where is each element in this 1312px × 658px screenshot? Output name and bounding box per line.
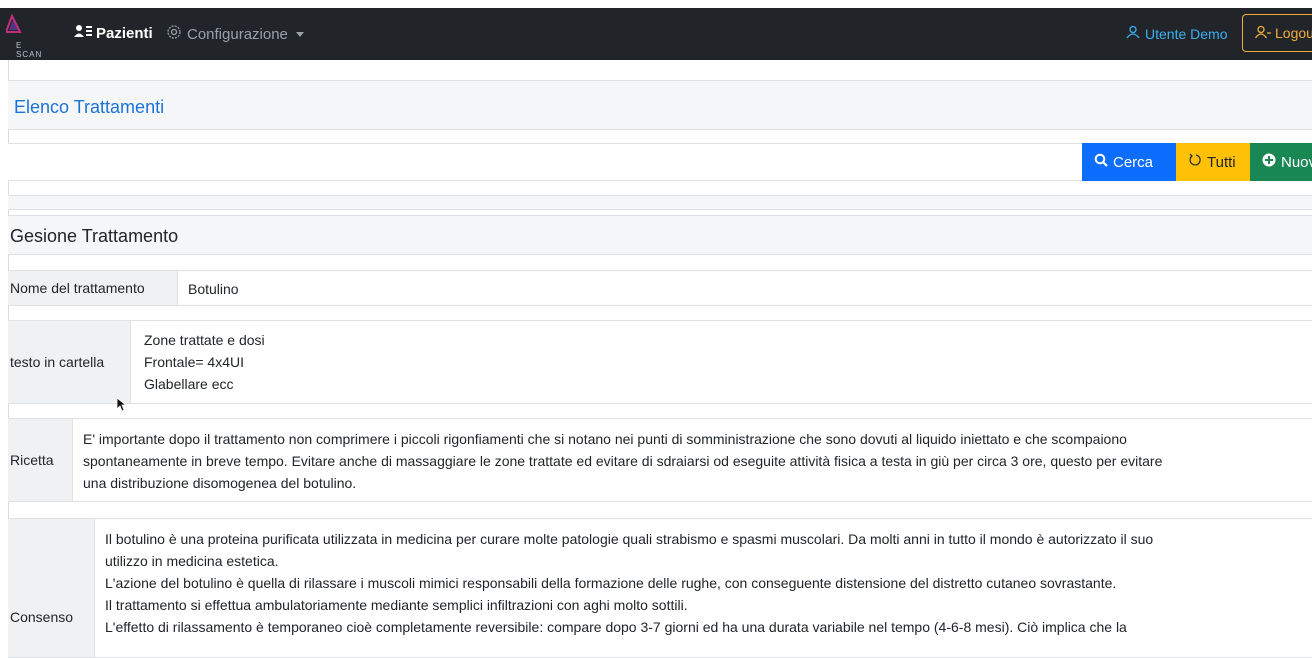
refresh-icon xyxy=(1188,153,1207,171)
cerca-label: Cerca xyxy=(1113,153,1154,171)
text-line: Frontale= 4x4UI xyxy=(144,354,244,370)
gear-icon xyxy=(166,24,187,44)
field-value-ricetta[interactable]: E' importante dopo il trattamento non co… xyxy=(83,428,1298,494)
divider-band xyxy=(8,195,1312,210)
text-line: Il botulino è una proteina purificata ut… xyxy=(105,531,1154,547)
search-icon xyxy=(1094,153,1113,171)
text-line: utilizzo in medicina estetica. xyxy=(105,553,279,569)
field-label-ricetta: Ricetta xyxy=(8,419,73,501)
app-logo[interactable]: E SCAN xyxy=(4,13,50,59)
section-header: Gesione Trattamento xyxy=(8,215,1312,255)
mouse-cursor-icon xyxy=(117,398,128,412)
tutti-label: Tutti xyxy=(1207,153,1236,171)
title-bar: Elenco Trattamenti xyxy=(8,80,1312,130)
field-row-nome: Nome del trattamento Botulino xyxy=(8,270,1312,306)
field-label-nome: Nome del trattamento xyxy=(8,271,178,305)
text-line: L'azione del botulino è quella di rilass… xyxy=(105,575,1117,591)
nav-configurazione-dropdown[interactable]: Configurazione xyxy=(166,24,304,44)
text-line: Zone trattate e dosi xyxy=(144,332,265,348)
text-line: spontaneamente in breve tempo. Evitare a… xyxy=(83,453,1163,469)
logo-text: E SCAN xyxy=(16,41,43,59)
field-value-testo[interactable]: Zone trattate e dosi Frontale= 4x4UI Gla… xyxy=(144,329,265,395)
logout-label: Logou xyxy=(1275,25,1312,41)
text-line: Il trattamento si effettua ambulatoriame… xyxy=(105,597,688,613)
chevron-down-icon xyxy=(295,31,304,37)
text-line: L'effetto di rilassamento è temporaneo c… xyxy=(105,619,1127,635)
field-label-consenso: Consenso xyxy=(8,519,95,657)
field-value-consenso[interactable]: Il botulino è una proteina purificata ut… xyxy=(105,528,1310,638)
field-row-testo-in-cartella: testo in cartella Zone trattate e dosi F… xyxy=(8,320,1312,404)
navbar: E SCAN Pazienti Configurazione Utente De… xyxy=(0,8,1312,60)
section-title: Gesione Trattamento xyxy=(10,226,179,246)
toolbar: Cerca Tutti Nuov xyxy=(8,143,1312,181)
nav-configurazione-label: Configurazione xyxy=(187,25,288,43)
user-minus-icon xyxy=(1254,25,1275,42)
cerca-button[interactable]: Cerca xyxy=(1082,143,1176,181)
user-icon xyxy=(1126,25,1145,42)
field-row-consenso: Consenso Il botulino è una proteina puri… xyxy=(8,518,1312,658)
field-row-ricetta: Ricetta E' importante dopo il trattament… xyxy=(8,418,1312,502)
nav-pazienti[interactable]: Pazienti xyxy=(74,24,153,42)
logout-button[interactable]: Logou xyxy=(1242,14,1312,52)
tutti-button[interactable]: Tutti xyxy=(1176,143,1250,181)
users-list-icon xyxy=(74,24,96,42)
nav-pazienti-label: Pazienti xyxy=(96,24,153,42)
nuovo-label: Nuov xyxy=(1281,153,1312,171)
text-line: Glabellare ecc xyxy=(144,376,234,392)
browser-top-strip xyxy=(0,0,1312,8)
nuovo-button[interactable]: Nuov xyxy=(1250,143,1312,181)
page-title: Elenco Trattamenti xyxy=(14,97,165,117)
text-line: E' importante dopo il trattamento non co… xyxy=(83,431,1127,447)
field-label-testo: testo in cartella xyxy=(8,321,131,403)
user-name: Utente Demo xyxy=(1145,25,1228,42)
field-value-nome[interactable]: Botulino xyxy=(188,278,239,300)
plus-circle-icon xyxy=(1262,153,1281,171)
text-line: una distribuzione disomogenea del botuli… xyxy=(83,475,357,491)
user-menu[interactable]: Utente Demo xyxy=(1126,25,1227,42)
